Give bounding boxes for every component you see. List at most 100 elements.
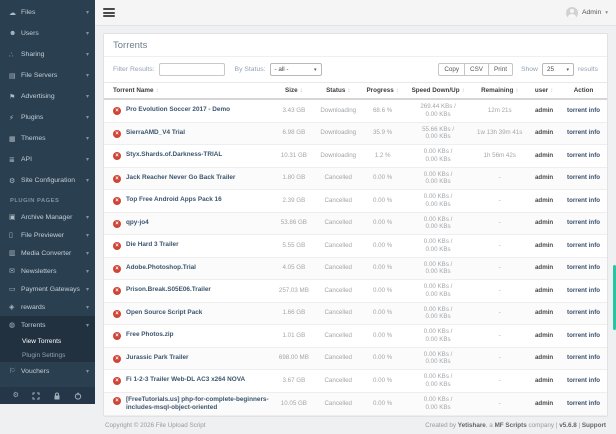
remaining-cell: 1h 56m 42s [471, 145, 528, 168]
torrent-info-link[interactable]: torrent info [567, 287, 600, 294]
status-cell: Cancelled [316, 347, 360, 370]
sidebar-subitem-plugin-settings[interactable]: Plugin Settings [0, 348, 95, 362]
copy-button[interactable]: Copy [438, 63, 465, 76]
sidebar-item-media-converter[interactable]: ▥Media Converter▾ [0, 244, 95, 262]
torrent-info-link[interactable]: torrent info [567, 152, 600, 159]
remove-torrent-icon[interactable]: × [113, 130, 121, 138]
sidebar-item-payment-gateways[interactable]: ▭Payment Gateways▾ [0, 280, 95, 298]
sidebar-item-site-configuration[interactable]: ⚙Site Configuration▾ [0, 170, 95, 191]
status-select[interactable]: - all - ▾ [270, 63, 322, 76]
column-header-action[interactable]: Action [560, 83, 607, 100]
torrent-info-link[interactable]: torrent info [567, 377, 600, 384]
sidebar-item-newsletters[interactable]: ✉Newsletters▾ [0, 262, 95, 280]
torrent-info-link[interactable]: torrent info [567, 354, 600, 361]
remove-torrent-icon[interactable]: × [113, 265, 121, 273]
power-icon[interactable] [74, 392, 82, 400]
status-cell: Downloading [316, 145, 360, 168]
torrent-name-link[interactable]: Free Photos.zip [126, 331, 174, 339]
torrent-name-link[interactable]: Open Source Script Pack [126, 309, 202, 317]
column-header-status[interactable]: Status↕ [316, 83, 360, 100]
print-button[interactable]: Print [489, 63, 513, 76]
footer-credit-support[interactable]: Support [582, 422, 606, 429]
torrent-name-link[interactable]: Adobe.Photoshop.Trial [126, 264, 196, 272]
torrent-name-cell: × Die Hard 3 Trailer [104, 235, 272, 258]
torrent-name-link[interactable]: Prison.Break.S05E06.Trailer [126, 286, 211, 294]
speed-down: 269.44 KBs / [407, 103, 470, 111]
remove-torrent-icon[interactable]: × [113, 107, 121, 115]
remove-torrent-icon[interactable]: × [113, 175, 121, 183]
sidebar-item-plugins[interactable]: ⚡Plugins▾ [0, 107, 95, 128]
remove-torrent-icon[interactable]: × [113, 152, 121, 160]
torrent-info-link[interactable]: torrent info [567, 400, 600, 407]
status-cell: Cancelled [316, 235, 360, 258]
torrent-info-link[interactable]: torrent info [567, 129, 600, 136]
torrent-name-link[interactable]: qpy-jo4 [126, 219, 149, 227]
filter-results-input[interactable] [159, 63, 225, 76]
column-header-size[interactable]: Size↕ [272, 83, 316, 100]
sidebar-subitem-view-torrents[interactable]: View Torrents [0, 334, 95, 348]
sidebar-item-file-servers[interactable]: ▤File Servers▾ [0, 65, 95, 86]
footer-credit-yetishare[interactable]: Yetishare [458, 422, 486, 429]
sidebar-item-files[interactable]: ☁Files▾ [0, 2, 95, 23]
torrent-info-link[interactable]: torrent info [567, 332, 600, 339]
remove-torrent-icon[interactable]: × [113, 355, 121, 363]
torrent-name-cell: × Styx.Shards.of.Darkness-TRIAL [104, 145, 272, 168]
column-header-user[interactable]: user↕ [528, 83, 560, 100]
footer: Copyright © 2026 File Upload Script Crea… [103, 417, 608, 434]
remove-torrent-icon[interactable]: × [113, 397, 121, 405]
column-header-torrent-name[interactable]: Torrent Name↕ [104, 83, 272, 100]
footer-text: company | [527, 422, 559, 429]
torrent-info-link[interactable]: torrent info [567, 219, 600, 226]
size-cell: 6.98 GB [272, 122, 316, 145]
torrent-name-link[interactable]: SierraAMD_V4 Trial [126, 129, 185, 137]
menu-toggle-icon[interactable] [103, 6, 115, 18]
torrent-name-link[interactable]: Styx.Shards.of.Darkness-TRIAL [126, 151, 222, 159]
torrent-name-link[interactable]: Pro Evolution Soccer 2017 - Demo [126, 106, 230, 114]
remove-torrent-icon[interactable]: × [113, 332, 121, 340]
action-cell: torrent info [560, 347, 607, 370]
sidebar-item-api[interactable]: ≣API▾ [0, 149, 95, 170]
remove-torrent-icon[interactable]: × [113, 287, 121, 295]
sidebar-item-themes[interactable]: ▦Themes▾ [0, 128, 95, 149]
torrent-info-link[interactable]: torrent info [567, 309, 600, 316]
lock-icon[interactable] [53, 392, 61, 400]
column-header-progress[interactable]: Progress↕ [360, 83, 404, 100]
sidebar-item-torrents[interactable]: ◍Torrents▾ [0, 316, 95, 334]
sidebar-item-advertising[interactable]: ⚑Advertising▾ [0, 86, 95, 107]
remove-torrent-icon[interactable]: × [113, 242, 121, 250]
torrent-info-link[interactable]: torrent info [567, 107, 600, 114]
sidebar-item-file-previewer[interactable]: ▯File Previewer▾ [0, 226, 95, 244]
torrent-name-link[interactable]: Die Hard 3 Trailer [126, 241, 179, 249]
column-header-remaining[interactable]: Remaining↕ [471, 83, 528, 100]
user-menu[interactable]: Admin ▾ [566, 7, 608, 19]
chevron-down-icon: ▾ [86, 135, 89, 142]
csv-button[interactable]: CSV [465, 63, 489, 76]
remove-torrent-icon[interactable]: × [113, 377, 121, 385]
sort-icon: ↕ [347, 88, 350, 94]
footer-credit-mf-scripts[interactable]: MF Scripts [495, 422, 527, 429]
torrent-info-link[interactable]: torrent info [567, 174, 600, 181]
torrent-info-link[interactable]: torrent info [567, 242, 600, 249]
action-cell: torrent info [560, 167, 607, 190]
sidebar-item-sharing[interactable]: ∴Sharing▾ [0, 44, 95, 65]
torrent-name-link[interactable]: Jurassic Park Trailer [126, 354, 189, 362]
expand-icon[interactable] [32, 392, 40, 400]
speed-down: 0.00 KBs / [407, 306, 470, 314]
torrent-info-link[interactable]: torrent info [567, 197, 600, 204]
torrent-name-link[interactable]: Top Free Android Apps Pack 16 [126, 196, 222, 204]
torrent-name-link[interactable]: Fi 1-2-3 Trailer Web-DL AC3 x264 NOVA [126, 376, 245, 384]
remove-torrent-icon[interactable]: × [113, 310, 121, 318]
sidebar-item-archive-manager[interactable]: ▣Archive Manager▾ [0, 208, 95, 226]
sidebar-item-users[interactable]: ☻Users▾ [0, 23, 95, 44]
sidebar-item-label: Archive Manager [21, 214, 86, 221]
sidebar-item-rewards[interactable]: ◈rewards▾ [0, 298, 95, 316]
sidebar-item-vouchers[interactable]: ⚐Vouchers▾ [0, 362, 95, 380]
page-length-select[interactable]: 25 ▾ [542, 63, 574, 76]
user-cell: admin [528, 212, 560, 235]
torrent-info-link[interactable]: torrent info [567, 264, 600, 271]
torrent-name-link[interactable]: Jack Reacher Never Go Back Trailer [126, 174, 235, 182]
remove-torrent-icon[interactable]: × [113, 220, 121, 228]
gear-icon[interactable]: ⚙ [13, 392, 19, 399]
column-header-speed-down-up[interactable]: Speed Down/Up↕ [405, 83, 472, 100]
remove-torrent-icon[interactable]: × [113, 197, 121, 205]
